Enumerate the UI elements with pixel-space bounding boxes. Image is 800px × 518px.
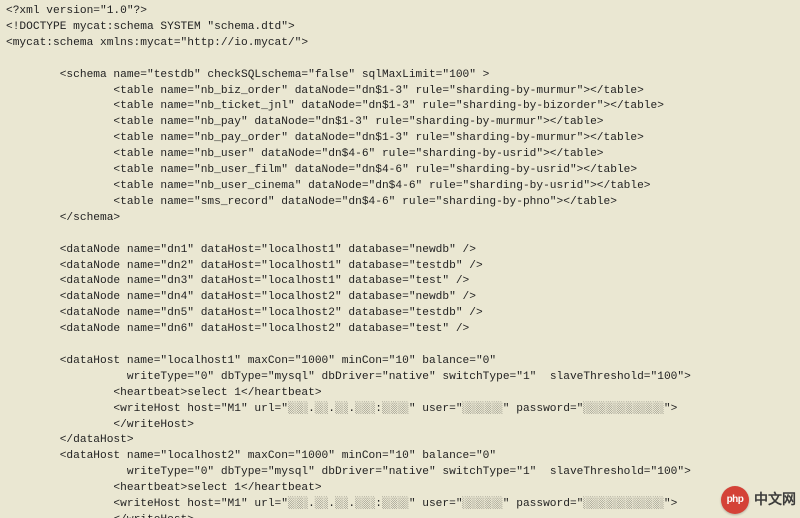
table-def: <table name="nb_user" dataNode="dn$4-6" … [113, 148, 603, 160]
datanode-def: <dataNode name="dn1" dataHost="localhost… [60, 244, 476, 256]
table-def: <table name="nb_pay_order" dataNode="dn$… [113, 132, 643, 144]
schema-close: </schema> [60, 212, 120, 224]
datahost-attrs: writeType="0" dbType="mysql" dbDriver="n… [127, 466, 691, 478]
datanode-def: <dataNode name="dn4" dataHost="localhost… [60, 291, 476, 303]
watermark-badge-icon: php [721, 486, 749, 514]
datanode-def: <dataNode name="dn2" dataHost="localhost… [60, 260, 483, 272]
doctype-line: <!DOCTYPE mycat:schema SYSTEM "schema.dt… [6, 21, 295, 33]
datanode-def: <dataNode name="dn6" dataHost="localhost… [60, 323, 470, 335]
table-def: <table name="nb_pay" dataNode="dn$1-3" r… [113, 116, 603, 128]
datanode-def: <dataNode name="dn3" dataHost="localhost… [60, 275, 470, 287]
datahost-open: <dataHost name="localhost2" maxCon="1000… [60, 450, 496, 462]
writehost: <writeHost host="M1" url="░░░.░░.░░.░░░:… [113, 498, 677, 510]
xml-code-block: <?xml version="1.0"?> <!DOCTYPE mycat:sc… [0, 0, 800, 518]
writehost-close: </writeHost> [113, 419, 194, 431]
datahost-open: <dataHost name="localhost1" maxCon="1000… [60, 355, 496, 367]
table-def: <table name="nb_ticket_jnl" dataNode="dn… [113, 100, 664, 112]
table-def: <table name="nb_biz_order" dataNode="dn$… [113, 85, 643, 97]
schema-open: <schema name="testdb" checkSQLschema="fa… [60, 69, 490, 81]
writehost: <writeHost host="M1" url="░░░.░░.░░.░░░:… [113, 403, 677, 415]
root-open: <mycat:schema xmlns:mycat="http://io.myc… [6, 37, 308, 49]
heartbeat: <heartbeat>select 1</heartbeat> [113, 387, 321, 399]
datahost-close: </dataHost> [60, 434, 134, 446]
table-def: <table name="nb_user_cinema" dataNode="d… [113, 180, 650, 192]
table-def: <table name="nb_user_film" dataNode="dn$… [113, 164, 637, 176]
datahost-attrs: writeType="0" dbType="mysql" dbDriver="n… [127, 371, 691, 383]
table-def: <table name="sms_record" dataNode="dn$4-… [113, 196, 617, 208]
site-watermark: php 中文网 [721, 486, 796, 514]
xml-declaration: <?xml version="1.0"?> [6, 5, 147, 17]
watermark-text: 中文网 [754, 490, 796, 510]
writehost-close: </writeHost> [113, 514, 194, 518]
datanode-def: <dataNode name="dn5" dataHost="localhost… [60, 307, 483, 319]
heartbeat: <heartbeat>select 1</heartbeat> [113, 482, 321, 494]
